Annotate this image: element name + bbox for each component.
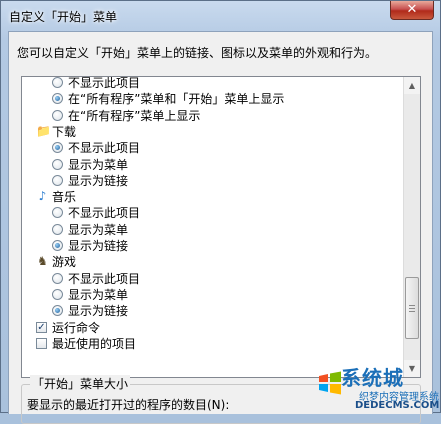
start-menu-options-list[interactable]: 不显示此项目 在“所有程序”菜单和「开始」菜单上显示 在“所有程序”菜单上显示 📁 下载… [21,76,421,378]
option-label: 显示为链接 [68,239,129,253]
option-label: 不显示此项目 [68,76,141,90]
radio-unselected-icon[interactable] [52,109,63,121]
start-menu-size-title: 「开始」菜单大小 [30,375,131,392]
folder-icon: 📁 [36,123,51,138]
option-label: 不显示此项目 [68,141,141,156]
close-button[interactable]: ✕ [390,1,434,20]
option-label: 运行命令 [52,320,101,335]
radio-selected-icon[interactable] [52,305,63,317]
option-label: 最近使用的项目 [52,336,137,351]
windows-logo-icon [319,371,341,395]
option-label: 不显示此项目 [68,271,141,286]
radio-selected-icon[interactable] [52,142,63,154]
checkbox-unchecked-icon[interactable] [36,337,47,349]
window-title: 自定义「开始」菜单 [9,10,118,24]
scroll-up-arrow-icon[interactable]: ▲ [404,77,420,94]
music-note-icon: ♪ [38,189,47,204]
option-label: 显示为菜单 [68,287,129,302]
checkbox-checked-icon[interactable]: ✓ [36,321,47,333]
dialog-description: 您可以自定义「开始」菜单上的链接、图标以及菜单的外观和行为。 [17,46,378,60]
site-watermark: 系统城 织梦内容管理系统 DEDECMS.COM [315,362,440,412]
radio-unselected-icon[interactable] [52,174,63,186]
option-label: 不显示此项目 [68,206,141,221]
option-label: 显示为链接 [68,173,129,188]
watermark-url: DEDECMS.COM [355,400,440,411]
radio-selected-icon[interactable] [52,240,63,251]
title-bar[interactable]: 自定义「开始」菜单 ✕ [1,1,440,31]
radio-unselected-icon[interactable] [52,288,63,300]
option-label: 游戏 [52,255,77,270]
option-label: 下载 [52,124,77,139]
radio-unselected-icon[interactable] [52,77,63,88]
customize-start-menu-dialog: 自定义「开始」菜单 ✕ 您可以自定义「开始」菜单上的链接、图标以及菜单的外观和行… [0,0,441,424]
option-label: 显示为菜单 [68,157,129,172]
radio-unselected-icon[interactable] [52,207,63,219]
option-label: 显示为菜单 [68,222,129,237]
radio-unselected-icon[interactable] [52,223,63,235]
option-label: 音乐 [52,190,77,205]
dialog-client-area: 您可以自定义「开始」菜单上的链接、图标以及菜单的外观和行为。 不显示此项目在“所… [8,31,433,424]
radio-unselected-icon[interactable] [52,272,63,284]
watermark-brand: 系统城 [341,366,404,390]
games-icon: ♞ [37,254,48,269]
recent-programs-count-label: 要显示的最近打开过的程序的数目(N): [27,398,230,412]
option-label: 在“所有程序”菜单和「开始」菜单上显示 [68,92,285,107]
radio-selected-icon[interactable] [52,93,63,105]
option-label: 在“所有程序”菜单上显示 [68,108,201,123]
scrollbar-thumb[interactable] [405,277,419,339]
option-label: 显示为链接 [68,304,129,319]
vertical-scrollbar[interactable]: ▲ ▼ [403,77,420,377]
radio-unselected-icon[interactable] [52,158,63,170]
